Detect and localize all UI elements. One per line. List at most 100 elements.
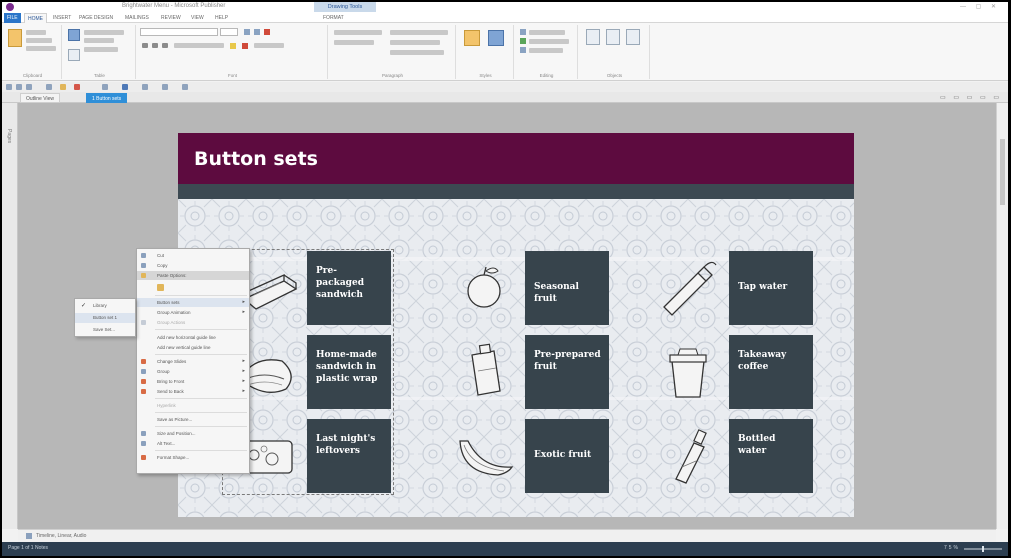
menu-item-button-sets[interactable]: Button sets ▸ (137, 298, 249, 307)
tab-format[interactable]: FORMAT (320, 13, 347, 23)
distribute-icon[interactable] (182, 84, 188, 90)
font-name-input[interactable] (140, 28, 218, 36)
button-sets-submenu: ✓ Library Button set 1 Save Set... (74, 298, 136, 337)
menu-item-alt-text[interactable]: Alt Text... (137, 439, 249, 448)
menu-item-group-animation[interactable]: Group Animation ▸ (137, 308, 249, 317)
group-label-clipboard: Clipboard (22, 73, 43, 78)
vertical-scrollbar[interactable] (996, 103, 1008, 529)
menu-item-group[interactable]: Group ▸ (137, 367, 249, 376)
group-label-table: Table (94, 73, 105, 78)
arrange-icon[interactable] (122, 84, 128, 90)
save-icon[interactable] (6, 84, 12, 90)
tab-mailings[interactable]: MAILINGS (122, 13, 152, 23)
menu-item-cut[interactable]: Cut (137, 251, 249, 260)
menu-item-copy[interactable]: Copy (137, 261, 249, 270)
card-bottled-water[interactable]: Bottled water (729, 419, 813, 493)
text-box-icon[interactable] (626, 29, 640, 45)
submenu-item-save-set[interactable]: Save Set... (75, 325, 135, 335)
underline-icon[interactable] (162, 43, 168, 48)
undo-icon[interactable] (16, 84, 22, 90)
font-size-input[interactable] (220, 28, 238, 36)
clear-format-icon[interactable] (264, 29, 270, 35)
menu-item-send-to-back[interactable]: Send to Back ▸ (137, 387, 249, 396)
grow-font-icon[interactable] (244, 29, 250, 35)
submenu-item-button-set-1[interactable]: Button set 1 (75, 313, 135, 323)
ribbon-group-paragraph: Paragraph (330, 25, 456, 79)
italic-icon[interactable] (152, 43, 158, 48)
ribbon: Clipboard Table Font Paragraph Styles Ed… (2, 23, 1008, 81)
alt-text-icon (141, 441, 146, 446)
menu-item-size-and-position[interactable]: Size and Position... (137, 429, 249, 438)
tab-home[interactable]: HOME (24, 13, 47, 23)
zoom-slider[interactable] (964, 546, 1002, 552)
fill-icon[interactable] (60, 84, 66, 90)
actions-icon (141, 320, 146, 325)
submenu-item-library[interactable]: ✓ Library (75, 301, 135, 311)
window-controls[interactable]: — ▢ ✕ (960, 3, 1000, 10)
card-seasonal-fruit[interactable]: Seasonal fruit (525, 251, 609, 325)
card-exotic-fruit[interactable]: Exotic fruit (525, 419, 609, 493)
group-icon (141, 369, 146, 374)
menu-item-format-shape[interactable]: Format Shape... (137, 453, 249, 462)
font-color-icon[interactable] (242, 43, 248, 49)
text-fit-icon[interactable] (488, 30, 504, 46)
shrink-font-icon[interactable] (254, 29, 260, 35)
bold-icon[interactable] (142, 43, 148, 48)
tab-file[interactable]: FILE (4, 13, 21, 23)
redo-icon[interactable] (26, 84, 32, 90)
tab-outline-view[interactable]: Outline View (20, 93, 60, 103)
publication-page[interactable]: Button sets Pre-packaged sandwich Season… (178, 133, 854, 517)
tab-button-sets[interactable]: 1 Button sets (86, 93, 128, 103)
context-tools-tab[interactable]: Drawing Tools (314, 2, 376, 12)
find-icon[interactable] (520, 29, 526, 35)
menu-item-paste-option-button[interactable] (137, 281, 249, 293)
menu-item-add-horizontal-guide[interactable]: Add new horizontal guide line (137, 333, 249, 342)
title-bar: Brightwater Menu - Microsoft Publisher D… (2, 2, 1008, 12)
card-tap-water[interactable]: Tap water (729, 251, 813, 325)
menu-item-change-slides[interactable]: Change Slides ▸ (137, 357, 249, 366)
tab-review[interactable]: REVIEW (158, 13, 184, 23)
page-title[interactable]: Button sets (194, 148, 318, 170)
submenu-arrow-icon: ▸ (242, 368, 245, 374)
scrollbar-thumb[interactable] (1000, 139, 1005, 205)
page-icon[interactable] (68, 49, 80, 61)
pages-panel[interactable]: Pages (2, 103, 18, 529)
card-pre-prepared-fruit[interactable]: Pre-prepared fruit (525, 335, 609, 409)
tab-view[interactable]: VIEW (188, 13, 207, 23)
menu-item-hyperlink[interactable]: Hyperlink (137, 401, 249, 410)
menu-item-bring-to-front[interactable]: Bring to Front ▸ (137, 377, 249, 386)
rotate-icon[interactable] (162, 84, 168, 90)
ribbon-group-font: Font (138, 25, 328, 79)
highlight-icon[interactable] (230, 43, 236, 49)
styles-icon[interactable] (464, 30, 480, 46)
table-icon[interactable] (68, 29, 80, 41)
tab-page-design[interactable]: PAGE DESIGN (76, 13, 116, 23)
shape-icon[interactable] (46, 84, 52, 90)
tab-insert[interactable]: INSERT (50, 13, 74, 23)
menu-item-group-actions[interactable]: Group Actions (137, 318, 249, 327)
select-icon[interactable] (520, 47, 526, 53)
tab-help[interactable]: HELP (212, 13, 231, 23)
document-tab-bar: Outline View 1 Button sets ▭ ▭ ▭ ▭ ▭ (2, 92, 1008, 103)
picture-icon[interactable] (586, 29, 600, 45)
menu-item-paste-options[interactable]: Paste Options: (137, 271, 249, 280)
line-color-icon[interactable] (74, 84, 80, 90)
shapes-icon[interactable] (606, 29, 620, 45)
status-zoom-level[interactable]: 75% (944, 545, 960, 551)
replace-icon[interactable] (520, 38, 526, 44)
paste-icon[interactable] (8, 29, 22, 47)
align-icon[interactable] (102, 84, 108, 90)
group-icon[interactable] (142, 84, 148, 90)
ribbon-tab-bar: FILE HOME INSERT PAGE DESIGN MAILINGS RE… (2, 12, 1008, 23)
card-takeaway-coffee[interactable]: Takeaway coffee (729, 335, 813, 409)
submenu-arrow-icon: ▸ (242, 299, 245, 305)
menu-item-save-as-picture[interactable]: Save as Picture... (137, 415, 249, 424)
zoom-slider-handle[interactable] (982, 546, 984, 552)
apple-icon (467, 266, 501, 308)
submenu-arrow-icon: ▸ (242, 378, 245, 384)
menu-item-add-vertical-guide[interactable]: Add new vertical guide line (137, 343, 249, 352)
notes-bar[interactable]: Timeline, Linear, Audio (18, 529, 996, 542)
quick-access-toolbar (2, 82, 1008, 92)
view-mode-icons[interactable]: ▭ ▭ ▭ ▭ ▭ (940, 94, 1002, 101)
group-label-styles: Styles (479, 73, 492, 78)
